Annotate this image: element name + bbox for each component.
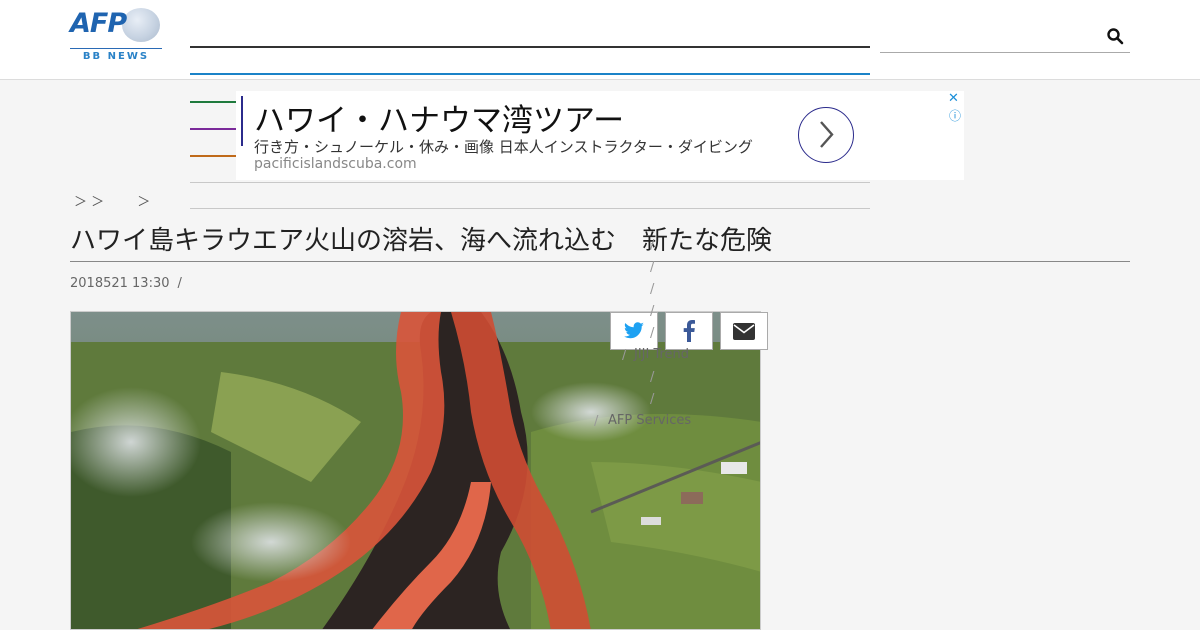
sidebar-separator: / bbox=[650, 304, 655, 319]
sidebar-separator: / bbox=[650, 282, 655, 297]
site-header: AFP BB NEWS bbox=[0, 0, 1200, 80]
logo-brand: AFP bbox=[70, 8, 127, 39]
search-box bbox=[880, 22, 1130, 53]
ad-title[interactable]: ハワイ・ハナウマ湾ツアー bbox=[254, 95, 624, 140]
share-facebook-button[interactable] bbox=[665, 312, 713, 350]
nav-menu-secondary[interactable] bbox=[190, 73, 870, 75]
twitter-icon bbox=[624, 322, 644, 339]
sidebar-separator: / bbox=[650, 326, 655, 341]
ad-url[interactable]: pacificislandscuba.com bbox=[254, 156, 417, 172]
sidebar-separator: / bbox=[650, 392, 655, 407]
sidebar-separator: / bbox=[622, 348, 627, 363]
ad-info-icon[interactable]: ⓘ bbox=[949, 107, 961, 124]
nav-divider bbox=[190, 208, 870, 209]
ad-banner[interactable]: ハワイ・ハナウマ湾ツアー 行き方・シュノーケル・休み・画像 日本人インストラクタ… bbox=[236, 91, 964, 180]
ad-close-icon[interactable]: ✕ bbox=[948, 91, 959, 106]
ad-next-button[interactable] bbox=[798, 107, 854, 163]
article-date: 2018521 13:30 bbox=[70, 276, 170, 291]
article-meta: 2018521 13:30 / bbox=[70, 276, 182, 291]
breadcrumb[interactable]: ＞ ＞ ＞ bbox=[74, 191, 150, 210]
logo-divider bbox=[70, 48, 162, 49]
ad-description: 行き方・シュノーケル・休み・画像 日本人インストラクター・ダイビング bbox=[254, 138, 753, 156]
facebook-icon bbox=[683, 320, 695, 342]
sidebar-separator: / bbox=[650, 370, 655, 385]
mail-icon bbox=[733, 322, 755, 340]
sidebar-separator: / bbox=[650, 260, 655, 275]
sidebar-separator: / bbox=[650, 238, 655, 253]
ad-accent-bar bbox=[241, 96, 243, 146]
article-title: ハワイ島キラウエア火山の溶岩、海へ流れ込む 新たな危険 bbox=[70, 226, 773, 256]
sidebar-link-jiji-trend[interactable]: JIJI Trend bbox=[634, 347, 689, 362]
search-icon[interactable] bbox=[1106, 27, 1124, 45]
globe-icon bbox=[122, 8, 160, 42]
meta-separator: / bbox=[177, 276, 182, 291]
nav-divider bbox=[190, 182, 870, 183]
logo-subtitle: BB NEWS bbox=[82, 51, 150, 62]
sidebar-link-afp-services[interactable]: AFP Services bbox=[608, 413, 691, 428]
share-mail-button[interactable] bbox=[720, 312, 768, 350]
afp-bb-news-logo[interactable]: AFP BB NEWS bbox=[70, 8, 162, 64]
title-divider bbox=[70, 261, 1130, 262]
sidebar-separator: / bbox=[594, 414, 599, 429]
nav-menu-primary[interactable] bbox=[190, 46, 870, 48]
search-input[interactable] bbox=[880, 26, 1104, 50]
chevron-right-icon bbox=[820, 121, 834, 148]
